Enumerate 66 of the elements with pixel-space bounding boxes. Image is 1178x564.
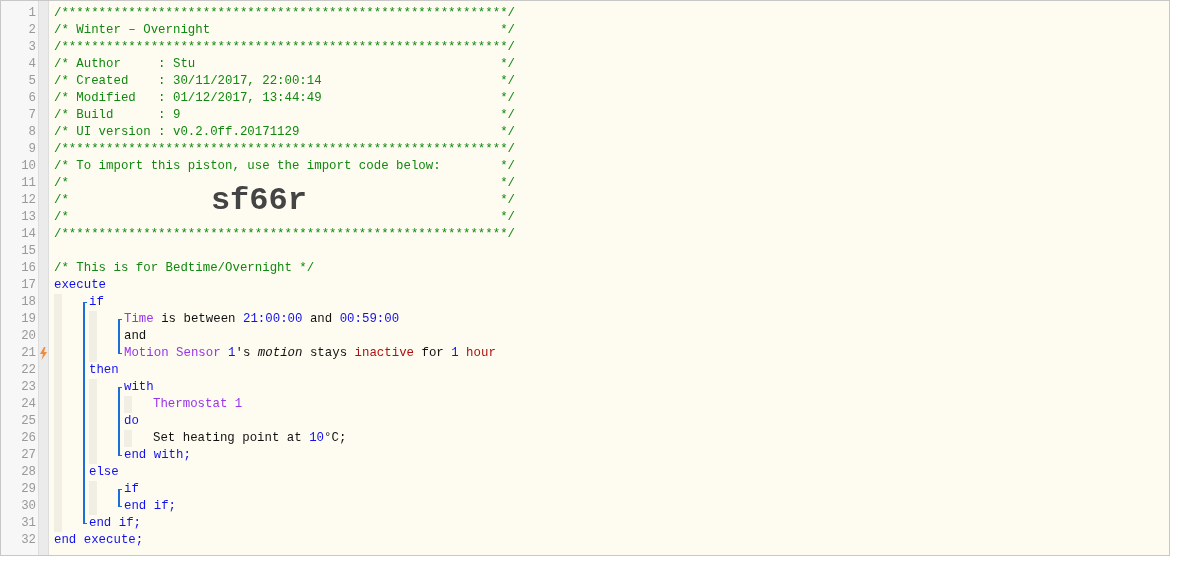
- code-line: /************************************************************/: [54, 5, 515, 22]
- code-line: /* Created : 30/11/2017, 22:00:14 */: [54, 73, 515, 90]
- line-number: 28: [21, 465, 36, 479]
- code-line: /************************************************************/: [54, 39, 515, 56]
- line-number: 21: [21, 346, 36, 360]
- code-line: /************************************************************/: [54, 226, 515, 243]
- code-line: /* Winter – Overnight */: [54, 22, 515, 39]
- line-number: 23: [21, 380, 36, 394]
- code-line: if: [124, 481, 139, 498]
- line-number: 14: [21, 227, 36, 241]
- code-comment: /*: [54, 192, 69, 209]
- line-number: 27: [21, 448, 36, 462]
- block-bracket: [118, 387, 122, 456]
- code-line: /* Author : Stu */: [54, 56, 515, 73]
- code-line: Set heating point at 10°C;: [153, 430, 347, 447]
- code-line: /* This is for Bedtime/Overnight */: [54, 260, 315, 277]
- code-line: end if;: [124, 498, 177, 515]
- line-number: 26: [21, 431, 36, 445]
- line-number: 7: [28, 108, 36, 122]
- line-number: 13: [21, 210, 36, 224]
- line-number: 11: [21, 176, 36, 190]
- line-number: 9: [28, 142, 36, 156]
- line-number: 29: [21, 482, 36, 496]
- code-line: end execute;: [54, 532, 144, 549]
- code-line: with: [124, 379, 154, 396]
- line-number: 19: [21, 312, 36, 326]
- line-number: 22: [21, 363, 36, 377]
- line-number: 32: [21, 533, 36, 547]
- line-number: 17: [21, 278, 36, 292]
- line-number: 3: [28, 40, 36, 54]
- line-number: 18: [21, 295, 36, 309]
- code-line: Thermostat 1: [153, 396, 243, 413]
- code-line: /* Modified : 01/12/2017, 13:44:49 */: [54, 90, 515, 107]
- line-number: 2: [28, 23, 36, 37]
- code-line: end if;: [89, 515, 142, 532]
- line-number: 4: [28, 57, 36, 71]
- line-number: 20: [21, 329, 36, 343]
- code-line: do: [124, 413, 139, 430]
- line-number: 31: [21, 516, 36, 530]
- line-number: 24: [21, 397, 36, 411]
- line-number: 5: [28, 74, 36, 88]
- code-line: /* To import this piston, use the import code below: */: [54, 158, 515, 175]
- line-number: 12: [21, 193, 36, 207]
- code-line: /* Build : 9 */: [54, 107, 515, 124]
- line-number: 8: [28, 125, 36, 139]
- code-line: /* UI version : v0.2.0ff.20171129 */: [54, 124, 515, 141]
- line-number: 15: [21, 244, 36, 258]
- line-number: 1: [28, 6, 36, 20]
- code-line: and: [124, 328, 147, 345]
- code-line: else: [89, 464, 119, 481]
- line-number: 10: [21, 159, 36, 173]
- block-bracket: [118, 319, 122, 354]
- code-line: if: [89, 294, 104, 311]
- line-number: 30: [21, 499, 36, 513]
- line-number: 16: [21, 261, 36, 275]
- line-number: 6: [28, 91, 36, 105]
- code-line: /* */: [54, 209, 515, 226]
- code-line: end with;: [124, 447, 191, 464]
- code-line: Time is between 21:00:00 and 00:59:00: [124, 311, 400, 328]
- code-line: then: [89, 362, 119, 379]
- block-bracket: [118, 489, 122, 507]
- code-line: execute: [54, 277, 107, 294]
- code-comment: */: [500, 192, 515, 209]
- line-number: 25: [21, 414, 36, 428]
- code-line: /************************************************************/: [54, 141, 515, 158]
- code-line: Motion Sensor 1's motion stays inactive for 1 hour: [124, 345, 496, 362]
